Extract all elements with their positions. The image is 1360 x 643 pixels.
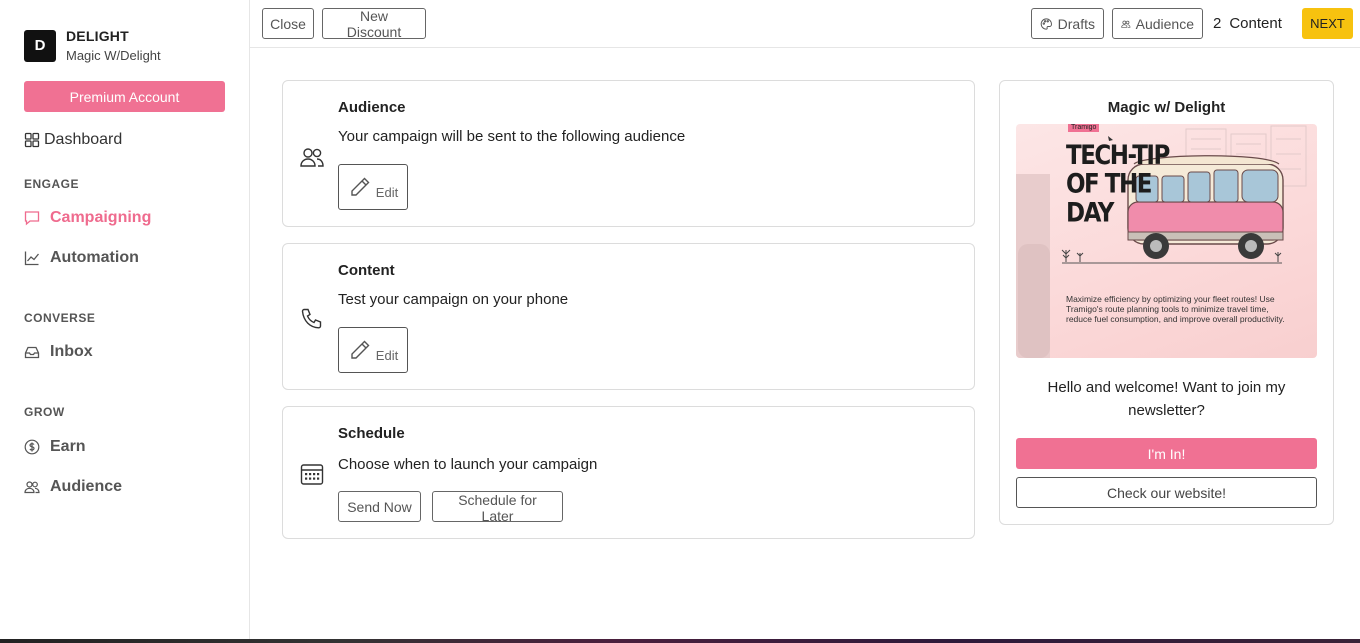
schedule-card: Schedule Choose when to launch your camp… xyxy=(282,406,975,539)
headline-line: TECH-TIP xyxy=(1066,140,1170,171)
audience-edit-button[interactable]: Edit xyxy=(338,164,408,210)
content-card: Content Test your campaign on your phone… xyxy=(282,243,975,390)
brand: D DELIGHT Magic W/Delight xyxy=(24,28,161,63)
next-button[interactable]: NEXT xyxy=(1302,8,1353,39)
sidebar-item-label: Earn xyxy=(50,438,86,455)
pencil-icon xyxy=(351,177,370,196)
image-body-text: Maximize efficiency by optimizing your f… xyxy=(1066,294,1285,324)
current-step: 2 Content xyxy=(1213,15,1282,32)
chart-line-icon xyxy=(24,251,40,266)
inbox-icon xyxy=(24,346,40,359)
phone-icon xyxy=(301,308,322,329)
section-converse-title: CONVERSE xyxy=(24,311,96,325)
premium-account-button[interactable]: Premium Account xyxy=(24,81,225,112)
image-headline: TECH-TIP OF THE DAY xyxy=(1066,140,1170,229)
audience-label: Audience xyxy=(1135,15,1194,32)
message-icon xyxy=(24,211,40,226)
close-button[interactable]: Close xyxy=(262,8,314,39)
sidebar-item-dashboard[interactable]: Dashboard xyxy=(24,131,122,149)
preview-title: Magic w/ Delight xyxy=(1107,99,1226,116)
taskbar-strip xyxy=(0,639,1360,643)
headline-line: DAY xyxy=(1066,198,1114,229)
section-engage-title: ENGAGE xyxy=(24,177,80,191)
sidebar-item-inbox[interactable]: Inbox xyxy=(24,343,93,361)
sidebar-item-automation[interactable]: Automation xyxy=(24,249,139,267)
preview-message: Hello and welcome! Want to join my newsl… xyxy=(1047,379,1286,419)
headline-line: OF THE xyxy=(1066,169,1152,200)
im-in-button[interactable]: I'm In! xyxy=(1016,438,1317,469)
audience-button[interactable]: Audience xyxy=(1112,8,1203,39)
sidebar-item-audience[interactable]: Audience xyxy=(24,478,122,496)
audience-card: Audience Your campaign will be sent to t… xyxy=(282,80,975,227)
pencil-icon xyxy=(351,340,370,359)
section-grow-title: GROW xyxy=(24,405,65,419)
sidebar-item-label: Automation xyxy=(50,249,139,266)
dollar-circle-icon xyxy=(24,439,40,455)
content-card-description: Test your campaign on your phone xyxy=(338,291,569,308)
topbar: Close New Discount Drafts Audience 2 Con… xyxy=(250,0,1360,48)
people-icon xyxy=(1121,20,1131,28)
people-icon xyxy=(24,481,40,494)
check-website-button[interactable]: Check our website! xyxy=(1016,477,1317,508)
brand-text: DELIGHT Magic W/Delight xyxy=(66,28,161,63)
people-icon xyxy=(300,148,324,167)
brand-name: DELIGHT xyxy=(66,28,129,44)
calendar-icon xyxy=(300,464,324,485)
drafts-label: Drafts xyxy=(1057,15,1095,32)
brand-logo: D xyxy=(24,29,56,62)
brand-subtitle: Magic W/Delight xyxy=(66,48,161,63)
schedule-card-description: Choose when to launch your campaign xyxy=(338,456,598,473)
palette-icon xyxy=(1040,17,1052,30)
new-discount-button[interactable]: New Discount xyxy=(322,8,426,40)
sidebar-item-label: Inbox xyxy=(50,343,93,360)
audience-card-description: Your campaign will be sent to the follow… xyxy=(338,128,686,145)
sidebar: D DELIGHT Magic W/Delight Premium Accoun… xyxy=(0,0,250,643)
preview-panel: Magic w/ Delight Tramigo TECH-TIP OF THE… xyxy=(999,80,1334,525)
step-label: Content xyxy=(1229,15,1282,32)
image-tag: Tramigo xyxy=(1068,124,1100,132)
sidebar-item-label: Dashboard xyxy=(44,131,123,148)
schedule-card-title: Schedule xyxy=(338,425,405,442)
sidebar-item-label: Campaigning xyxy=(50,209,152,226)
audience-card-title: Audience xyxy=(338,99,406,116)
edit-label: Edit xyxy=(375,184,399,200)
content-edit-button[interactable]: Edit xyxy=(338,327,408,373)
schedule-later-button[interactable]: Schedule for Later xyxy=(432,491,563,524)
step-number: 2 xyxy=(1213,15,1222,32)
content-card-title: Content xyxy=(338,262,395,279)
send-now-button[interactable]: Send Now xyxy=(338,491,421,522)
sidebar-item-campaigning[interactable]: Campaigning xyxy=(24,209,151,227)
sidebar-item-earn[interactable]: Earn xyxy=(24,438,86,456)
preview-image: Tramigo TECH-TIP OF THE DAY Maximize eff… xyxy=(1016,124,1317,358)
drafts-button[interactable]: Drafts xyxy=(1031,8,1104,39)
edit-label: Edit xyxy=(375,347,399,363)
grid-icon xyxy=(24,132,40,148)
sidebar-item-label: Audience xyxy=(50,478,123,495)
